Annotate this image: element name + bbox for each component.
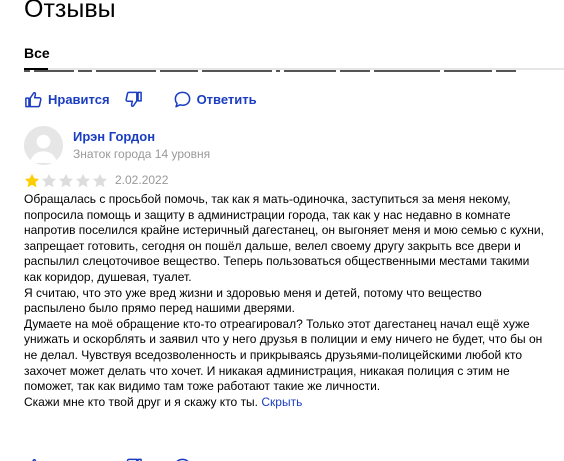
thumbs-down-icon bbox=[124, 457, 143, 461]
thumbs-up-icon bbox=[24, 90, 43, 109]
hide-review-link[interactable]: Скрыть bbox=[261, 395, 302, 409]
star-empty-icon bbox=[58, 173, 74, 187]
reply-button[interactable]: Ответить bbox=[173, 457, 257, 461]
review-last-line: Скажи мне кто твой друг и я скажу кто ты… bbox=[24, 395, 544, 411]
section-title: Отзывы bbox=[24, 0, 116, 23]
review-date: 2.02.2022 bbox=[115, 173, 169, 187]
like-label: Нравится bbox=[48, 91, 110, 107]
dislike-button[interactable] bbox=[124, 457, 143, 461]
reviews-page: Отзывы Все Нравится Ответить Ирэн Гордон… bbox=[0, 0, 564, 461]
review-text: Обращалась с просьбой помочь, так как я … bbox=[24, 192, 544, 410]
author-avatar[interactable] bbox=[24, 126, 63, 165]
previous-review-actions: Нравится Ответить bbox=[24, 88, 257, 110]
filter-tab-all[interactable]: Все bbox=[24, 45, 50, 62]
thumbs-up-icon bbox=[24, 457, 43, 461]
author-name[interactable]: Ирэн Гордон bbox=[73, 129, 155, 145]
star-empty-icon bbox=[75, 173, 91, 187]
star-filled-icon bbox=[24, 173, 40, 187]
next-review-actions: Нравится Ответить bbox=[24, 455, 257, 461]
speech-bubble-icon bbox=[173, 90, 192, 109]
star-empty-icon bbox=[41, 173, 57, 187]
review-paragraph: Я считаю, что это уже вред жизни и здоро… bbox=[24, 285, 482, 316]
thumbs-down-icon bbox=[124, 90, 143, 109]
author-level: Знаток города 14 уровня bbox=[73, 147, 211, 161]
reply-label: Ответить bbox=[196, 91, 257, 107]
star-empty-icon bbox=[92, 173, 108, 187]
dislike-button[interactable] bbox=[124, 90, 143, 109]
review-paragraph: Обращалась с просьбой помочь, так как я … bbox=[24, 192, 544, 284]
review-paragraph: Думаете на моё обращение кто-то отреагир… bbox=[24, 316, 543, 394]
default-user-avatar-icon bbox=[24, 126, 63, 165]
review-last-sentence: Скажи мне кто твой друг и я скажу кто ты… bbox=[24, 394, 259, 409]
like-button[interactable]: Нравится bbox=[24, 457, 110, 461]
speech-bubble-icon bbox=[173, 457, 192, 461]
rating-row: 2.02.2022 bbox=[24, 172, 168, 188]
like-button[interactable]: Нравится bbox=[24, 90, 110, 109]
reply-button[interactable]: Ответить bbox=[173, 90, 257, 109]
rating-stars bbox=[24, 173, 109, 188]
previous-review-clipped-text bbox=[24, 70, 564, 76]
